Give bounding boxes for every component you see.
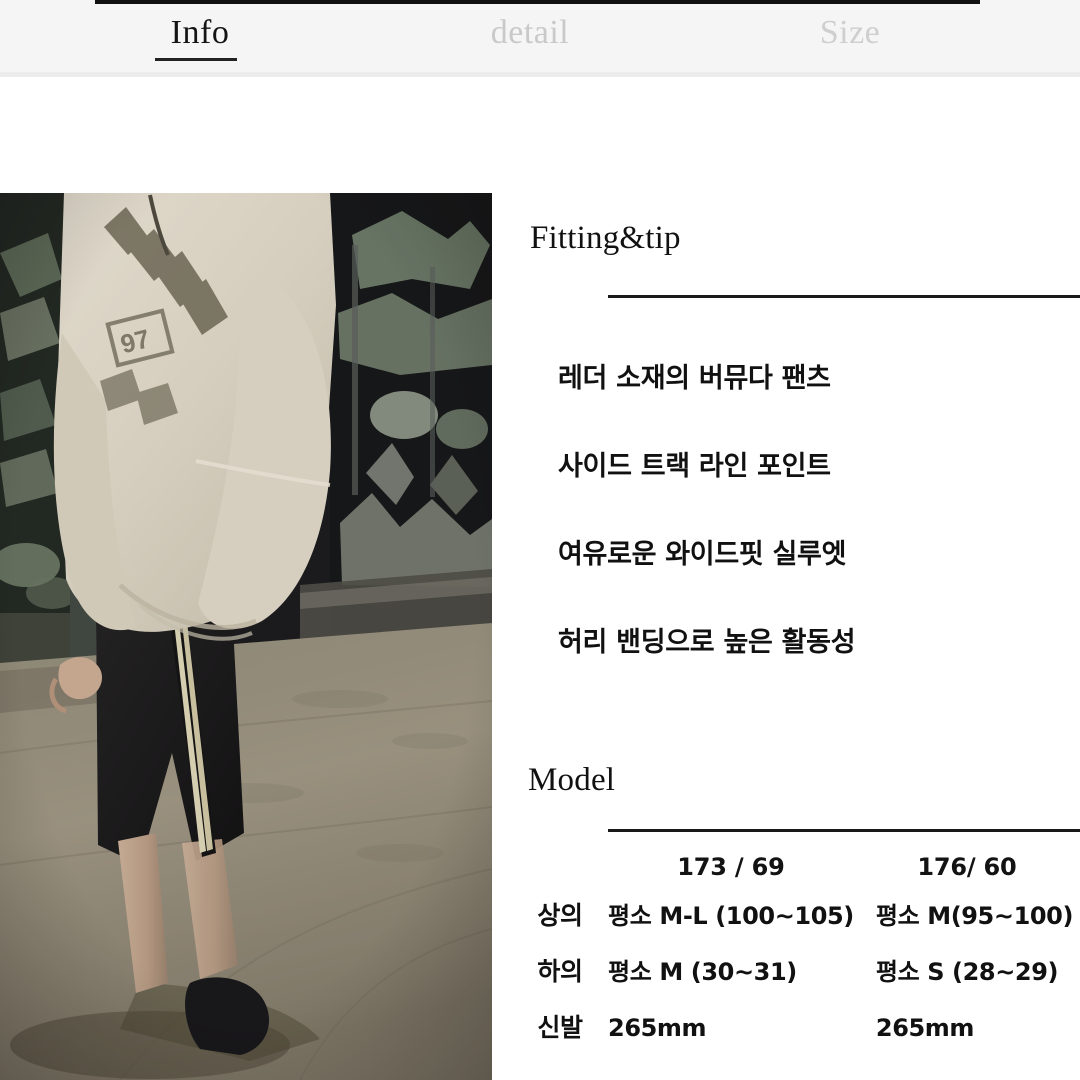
tab-detail[interactable]: detail [420, 12, 640, 54]
table-row: 상의 평소 M-L (100~105) 평소 M(95~100) [512, 888, 1080, 944]
info-panel: Fitting&tip 레더 소재의 버뮤다 팬츠 사이드 트랙 라인 포인트 … [492, 140, 1080, 1080]
row-top-model-2: 평소 M(95~100) [875, 902, 1074, 930]
row-bottom-model-1: 평소 M (30~31) [608, 958, 797, 986]
model-rule [608, 829, 1080, 832]
fitting-tip-list: 레더 소재의 버뮤다 팬츠 사이드 트랙 라인 포인트 여유로운 와이드핏 실루… [558, 362, 1078, 714]
product-detail-page: Info detail Size Fitting&tip 레더 소재의 버뮤다 … [0, 0, 1080, 1080]
row-label-bottom: 하의 [537, 957, 583, 986]
tab-info[interactable]: Info [120, 12, 280, 54]
fitting-tip-heading: Fitting&tip [530, 220, 681, 256]
row-shoes-model-1: 265mm [608, 1014, 707, 1042]
table-corner-cell [512, 846, 608, 888]
row-top-model-1: 평소 M-L (100~105) [608, 902, 854, 930]
model-column-1-header: 173 / 69 [677, 853, 785, 881]
active-tab-indicator [155, 58, 237, 61]
fitting-tip-item-1: 레더 소재의 버뮤다 팬츠 [558, 363, 831, 394]
model-column-2-header: 176/ 60 [917, 853, 1017, 881]
row-label-top: 상의 [537, 901, 583, 930]
row-label-shoes: 신발 [537, 1013, 583, 1042]
fitting-tip-item-4: 허리 밴딩으로 높은 활동성 [558, 627, 856, 658]
table-row: 하의 평소 M (30~31) 평소 S (28~29) [512, 944, 1080, 1000]
fitting-tip-rule [608, 295, 1080, 298]
tab-list: Info detail Size [0, 0, 1080, 72]
product-photo-artwork: 97 [0, 193, 492, 1080]
fitting-tip-item-2: 사이드 트랙 라인 포인트 [558, 451, 831, 482]
tab-bar-bottom-divider [0, 72, 1080, 77]
model-heading: Model [528, 762, 616, 798]
tab-size[interactable]: Size [740, 12, 960, 54]
table-row: 신발 265mm 265mm [512, 1000, 1080, 1056]
model-measurements-table: 173 / 69 176/ 60 상의 평소 M-L (100~105) 평소 … [512, 846, 1080, 1056]
row-shoes-model-2: 265mm [875, 1014, 975, 1042]
fitting-tip-item-3: 여유로운 와이드핏 실루엣 [558, 539, 847, 570]
row-bottom-model-2: 평소 S (28~29) [875, 958, 1059, 986]
table-header-row: 173 / 69 176/ 60 [512, 846, 1080, 888]
tab-bar: Info detail Size [0, 0, 1080, 72]
product-photo: 97 [0, 193, 492, 1080]
